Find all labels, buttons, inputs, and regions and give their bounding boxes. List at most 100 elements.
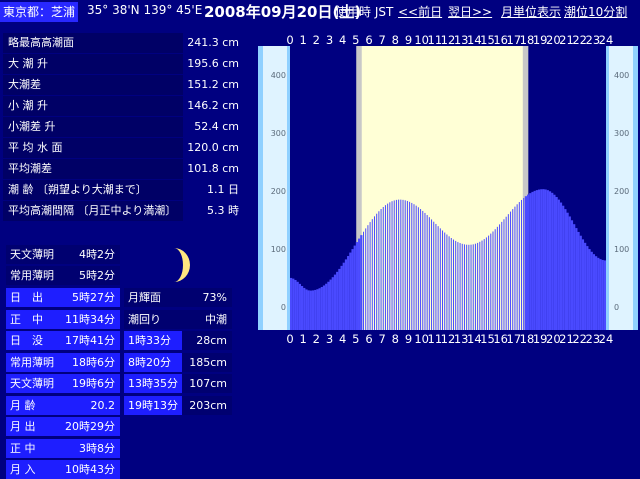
- tide-bar: [367, 225, 369, 330]
- tide-bar: [568, 216, 571, 330]
- tide-bar: [327, 281, 330, 330]
- tide-bar: [358, 238, 361, 330]
- tide-bar: [501, 221, 503, 330]
- y-tick-label: 300: [271, 129, 286, 138]
- tide-bar: [292, 278, 295, 330]
- tide-bar: [404, 200, 406, 330]
- tide-bar: [470, 244, 472, 330]
- tide-bar: [575, 228, 578, 330]
- tide-bar: [507, 214, 509, 330]
- x-tick-label: 9: [405, 332, 412, 346]
- tide-bar: [488, 235, 490, 330]
- x-tick-label: 4: [339, 332, 346, 346]
- tide-bar: [472, 244, 474, 330]
- tide-bar: [479, 241, 481, 330]
- tide-bar: [344, 259, 348, 330]
- tide-bar: [333, 274, 337, 330]
- tide-bar: [411, 202, 413, 330]
- tide-level-value: 1.1 日: [207, 183, 239, 196]
- x-tick-label: 6: [365, 332, 372, 346]
- tide-bar: [413, 204, 415, 330]
- coordinates: 35° 38'N 139° 45'E: [87, 3, 203, 17]
- tide-bar: [437, 226, 439, 330]
- sun-moon-value: 18時6分: [60, 353, 120, 372]
- tide-bar: [521, 199, 523, 330]
- tide-bar: [387, 203, 389, 330]
- tide-level-value: 120.0 cm: [187, 141, 239, 154]
- sun-moon-label: 正 中: [6, 439, 60, 458]
- tide-bar: [468, 244, 470, 330]
- sun-moon-value: 5時2分: [60, 266, 120, 285]
- prev-day-link[interactable]: <<前日: [398, 3, 442, 20]
- y-tick-label: 300: [614, 129, 629, 138]
- tide-bar: [409, 201, 411, 330]
- tide-level-value: 241.3 cm: [187, 36, 239, 49]
- tide-time: 1時33分: [124, 331, 182, 350]
- tide-bar: [305, 289, 308, 330]
- y-tick-label: 200: [271, 187, 286, 196]
- x-tick-label: 0: [286, 33, 293, 47]
- month-view-link[interactable]: 月単位表示: [501, 3, 561, 20]
- tide-level-row: 平均高潮間隔 〔月正中より満潮〕 5.3 時: [3, 201, 247, 221]
- sun-moon-value: 17時41分: [60, 331, 120, 350]
- tide-bar: [439, 228, 441, 330]
- tide-bar: [537, 189, 541, 330]
- tide-bar: [566, 212, 569, 330]
- sun-moon-label: 日 没: [6, 331, 60, 350]
- tide-bar: [573, 224, 576, 330]
- tide-time: 13時35分: [124, 374, 182, 393]
- x-tick-label: 1: [300, 33, 307, 47]
- tide-bar: [510, 211, 512, 330]
- tide-bar: [402, 199, 404, 330]
- tide-bar: [355, 242, 359, 330]
- y-tick-label: 0: [614, 303, 619, 312]
- tide-bar: [380, 209, 382, 330]
- x-tick-label: 3: [326, 332, 333, 346]
- x-tick-label: 1: [300, 332, 307, 346]
- tide-bar: [559, 202, 563, 330]
- tide-bar: [542, 189, 545, 330]
- tide-bar: [428, 217, 430, 330]
- tide-bar: [325, 283, 328, 330]
- tide-bar: [581, 239, 585, 330]
- tide-height: 203cm: [182, 396, 232, 415]
- tide-bar: [570, 220, 574, 330]
- tide-bar: [592, 254, 596, 330]
- tide-bar: [398, 199, 400, 330]
- tide-bar: [516, 204, 518, 330]
- tide-bar: [349, 252, 352, 330]
- tide-bar: [492, 231, 494, 330]
- tide-level-label: 小 潮 升: [3, 96, 183, 116]
- tide-bar: [422, 210, 424, 330]
- x-tick-label: 7: [379, 332, 386, 346]
- tide-interval-link[interactable]: 潮位10分割: [564, 3, 627, 20]
- tide-bar: [529, 193, 532, 330]
- tide-bar: [309, 290, 312, 330]
- tide-bar: [311, 290, 315, 330]
- tide-bar: [369, 222, 371, 330]
- sun-moon-label: 正 中: [6, 310, 60, 329]
- next-day-link[interactable]: 翌日>>: [448, 3, 492, 20]
- tide-bar: [518, 202, 520, 330]
- tide-level-label: 平均高潮間隔 〔月正中より満潮〕: [3, 201, 183, 221]
- sun-moon-value: 4時2分: [60, 245, 120, 264]
- tide-level-row: 平均潮差 101.8 cm: [3, 159, 247, 179]
- tide-bar: [363, 231, 365, 330]
- x-tick-label: 3: [326, 33, 333, 47]
- tide-bar: [290, 277, 293, 330]
- tide-bar: [296, 281, 299, 330]
- tide-bar: [406, 200, 408, 330]
- tide-bar: [481, 240, 483, 330]
- sun-moon-value: 20時29分: [60, 417, 120, 436]
- tide-bar: [474, 243, 476, 330]
- tide-bar: [389, 202, 391, 330]
- x-tick-label: 0: [286, 332, 293, 346]
- tide-bar: [294, 279, 297, 330]
- sun-moon-label: 日 出: [6, 288, 60, 307]
- tide-bar: [601, 259, 604, 330]
- y-tick-label: 100: [271, 245, 286, 254]
- x-tick-label: 4: [339, 33, 346, 47]
- tide-bar: [340, 265, 343, 330]
- x-tick-label: 8: [392, 33, 399, 47]
- tide-bar: [450, 238, 452, 330]
